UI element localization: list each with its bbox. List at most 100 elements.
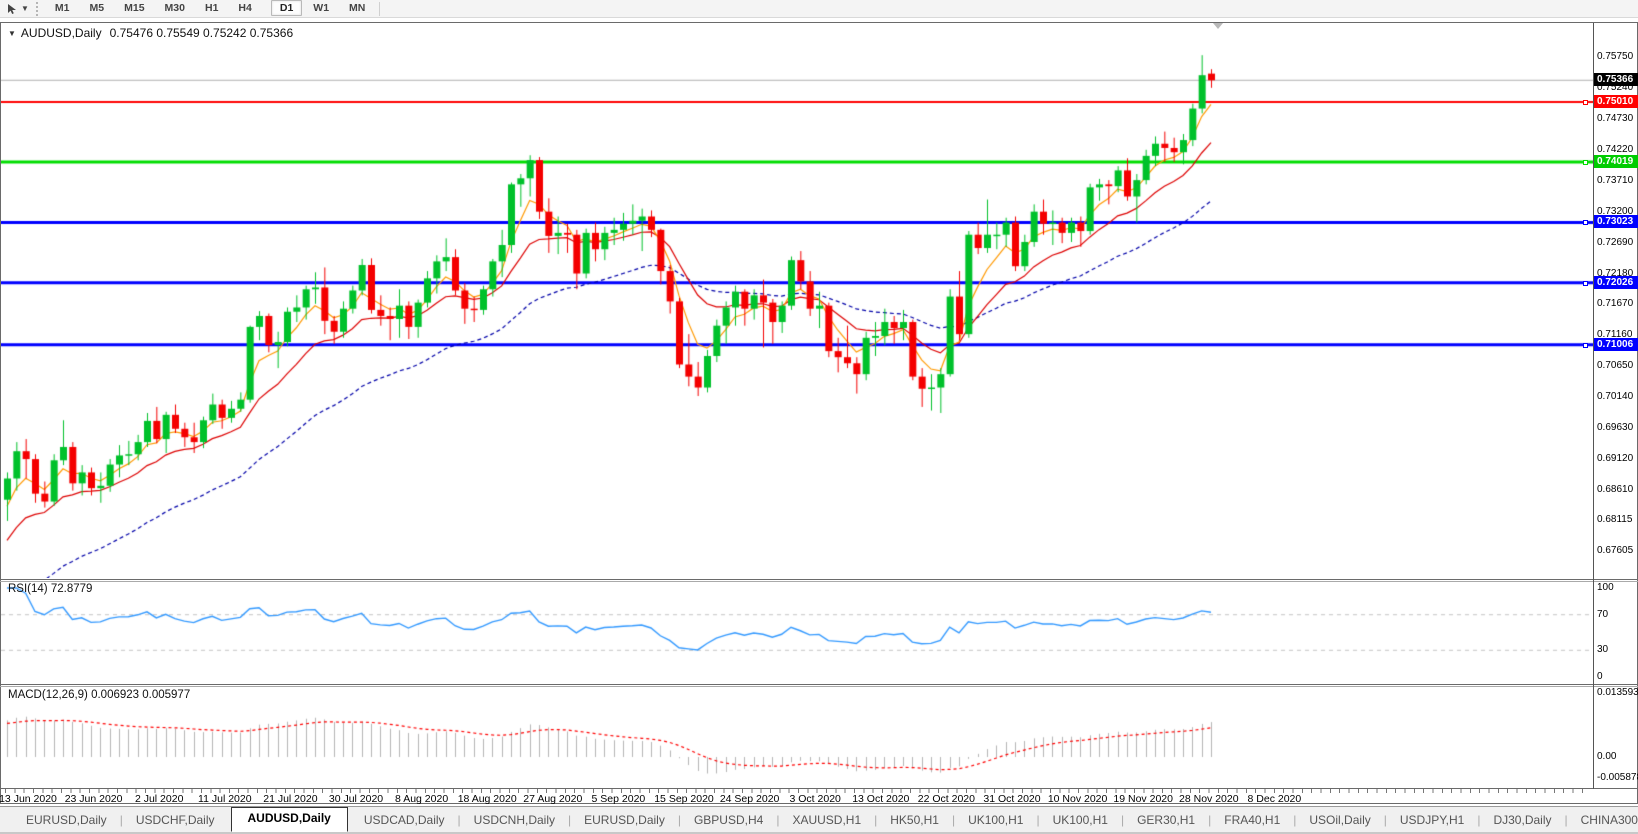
price-tick-label: 0.72690	[1597, 237, 1638, 249]
date-label: 5 Sep 2020	[592, 793, 646, 805]
timeframe-button-m30[interactable]: M30	[156, 0, 194, 16]
date-label: 24 Sep 2020	[720, 793, 780, 805]
panel-separator	[0, 686, 1638, 687]
date-label: 23 Jun 2020	[65, 793, 123, 805]
level-line-handle[interactable]	[1583, 160, 1588, 165]
cursor-pointer-icon[interactable]	[4, 2, 20, 16]
symbol-tab-fra40-h1[interactable]: FRA40,H1	[1212, 810, 1292, 830]
price-tick-label: 0.67605	[1597, 545, 1638, 557]
collapse-triangle-icon[interactable]: ▼	[8, 29, 16, 38]
symbol-tab-uk100-h1[interactable]: UK100,H1	[1041, 810, 1120, 830]
date-label: 19 Nov 2020	[1113, 793, 1173, 805]
symbol-tab-eurusd-daily[interactable]: EURUSD,Daily	[572, 810, 677, 830]
symbol-tab-usoil-daily[interactable]: USOil,Daily	[1297, 810, 1382, 830]
macd-tick-label: 0.00	[1597, 751, 1638, 763]
symbol-tab-ger30-h1[interactable]: GER30,H1	[1125, 810, 1207, 830]
price-level-badge: 0.75366	[1594, 73, 1638, 86]
chevron-down-icon[interactable]: ▼	[21, 4, 29, 13]
date-label: 2 Jul 2020	[135, 793, 183, 805]
chart-title: ▼ AUDUSD,Daily 0.75476 0.75549 0.75242 0…	[8, 26, 293, 40]
price-level-badge: 0.71006	[1594, 338, 1638, 351]
date-label: 18 Aug 2020	[458, 793, 517, 805]
date-axis[interactable]: 13 Jun 2020 23 Jun 2020 2 Jul 2020 11 Jul 2…	[0, 789, 1638, 804]
timeframe-toolbar: ▼ M1M5M15M30H1H4 D1W1MN	[0, 0, 1638, 18]
price-level-badge: 0.74019	[1594, 155, 1638, 168]
date-label: 30 Jul 2020	[329, 793, 383, 805]
timeframe-button-h4[interactable]: H4	[229, 0, 260, 16]
timeframe-button-d1[interactable]: D1	[271, 0, 302, 16]
price-tick-label: 0.70650	[1597, 360, 1638, 372]
date-label: 31 Oct 2020	[983, 793, 1040, 805]
price-level-badge: 0.73023	[1594, 215, 1638, 228]
chart-ohlc-values: 0.75476 0.75549 0.75242 0.75366	[110, 26, 294, 40]
price-tick-label: 0.74220	[1597, 144, 1638, 156]
date-label: 8 Dec 2020	[1248, 793, 1302, 805]
symbol-tab-dj30-daily[interactable]: DJ30,Daily	[1481, 810, 1563, 830]
symbol-tab-china300-h1[interactable]: CHINA300,H1	[1569, 810, 1638, 830]
symbol-tab-xauusd-h1[interactable]: XAUUSD,H1	[780, 810, 873, 830]
timeframe-buttons: M1M5M15M30H1H4 D1W1MN	[45, 2, 375, 15]
level-line-handle[interactable]	[1583, 343, 1588, 348]
rsi-indicator-canvas[interactable]	[1, 582, 1593, 682]
panel-separator[interactable]	[0, 684, 1638, 685]
symbol-tab-gbpusd-h4[interactable]: GBPUSD,H4	[682, 810, 775, 830]
macd-tick-label: -0.005878	[1597, 772, 1638, 784]
date-label: 22 Oct 2020	[918, 793, 975, 805]
symbol-tab-usdcad-daily[interactable]: USDCAD,Daily	[352, 810, 457, 830]
symbol-tab-audusd-daily[interactable]: AUDUSD,Daily	[231, 807, 348, 832]
timeframe-button-m5[interactable]: M5	[81, 0, 114, 16]
date-label: 15 Sep 2020	[654, 793, 714, 805]
level-line-handle[interactable]	[1583, 100, 1588, 105]
timeframe-button-mn[interactable]: MN	[340, 0, 374, 16]
timeframe-button-m1[interactable]: M1	[46, 0, 79, 16]
rsi-label: RSI(14) 72.8779	[8, 583, 92, 595]
timeframe-button-m15[interactable]: M15	[115, 0, 153, 16]
date-label: 13 Jun 2020	[0, 793, 57, 805]
price-tick-label: 0.68610	[1597, 484, 1638, 496]
timeframe-button-h1[interactable]: H1	[196, 0, 227, 16]
chart-symbol-label: AUDUSD,Daily	[21, 26, 102, 40]
date-label: 10 Nov 2020	[1048, 793, 1108, 805]
price-tick-label: 0.70140	[1597, 391, 1638, 403]
mt4-terminal: ▼ M1M5M15M30H1H4 D1W1MN ▼ AUDUSD,Daily 0.…	[0, 0, 1638, 834]
symbol-tab-usdcnh-daily[interactable]: USDCNH,Daily	[462, 810, 567, 830]
symbol-tab-bar: EURUSD,Daily|USDCHF,DailyAUDUSD,DailyUSD…	[0, 806, 1638, 832]
date-label: 13 Oct 2020	[852, 793, 909, 805]
macd-tick-label: 0.013593	[1597, 687, 1638, 699]
macd-label: MACD(12,26,9) 0.006923 0.005977	[8, 689, 190, 701]
rsi-tick-label: 100	[1597, 582, 1638, 594]
level-line-handle[interactable]	[1583, 220, 1588, 225]
symbol-tab-eurusd-daily[interactable]: EURUSD,Daily	[14, 810, 119, 830]
price-tick-label: 0.69630	[1597, 422, 1638, 434]
date-label: 11 Jul 2020	[198, 793, 252, 805]
date-label: 3 Oct 2020	[790, 793, 841, 805]
price-tick-label: 0.68115	[1597, 514, 1638, 526]
panel-separator	[0, 581, 1638, 582]
panel-separator[interactable]	[0, 579, 1638, 580]
date-label: 21 Jul 2020	[263, 793, 317, 805]
price-level-badge: 0.75010	[1594, 95, 1638, 108]
rsi-tick-label: 30	[1597, 644, 1638, 656]
date-label: 27 Aug 2020	[523, 793, 582, 805]
date-label: 28 Nov 2020	[1179, 793, 1239, 805]
price-tick-label: 0.75750	[1597, 51, 1638, 63]
timeframe-button-w1[interactable]: W1	[304, 0, 338, 16]
date-label: 8 Aug 2020	[395, 793, 448, 805]
price-chart-canvas[interactable]	[1, 40, 1593, 578]
symbol-tab-uk100-h1[interactable]: UK100,H1	[956, 810, 1035, 830]
symbol-tab-hk50-h1[interactable]: HK50,H1	[878, 810, 951, 830]
symbol-tab-usdchf-daily[interactable]: USDCHF,Daily	[124, 810, 227, 830]
rsi-tick-label: 0	[1597, 671, 1638, 683]
level-line-handle[interactable]	[1583, 281, 1588, 286]
price-axis-border	[1593, 23, 1594, 789]
price-tick-label: 0.74730	[1597, 113, 1638, 125]
price-tick-label: 0.69120	[1597, 453, 1638, 465]
price-level-badge: 0.72026	[1594, 276, 1638, 289]
price-tick-label: 0.73710	[1597, 175, 1638, 187]
rsi-tick-label: 70	[1597, 609, 1638, 621]
toolbar-grip[interactable]	[36, 2, 41, 16]
macd-indicator-canvas[interactable]	[1, 687, 1593, 787]
chart-shift-marker[interactable]	[1213, 23, 1223, 29]
toolbar-separator	[379, 2, 380, 16]
symbol-tab-usdjpy-h1[interactable]: USDJPY,H1	[1388, 810, 1476, 830]
